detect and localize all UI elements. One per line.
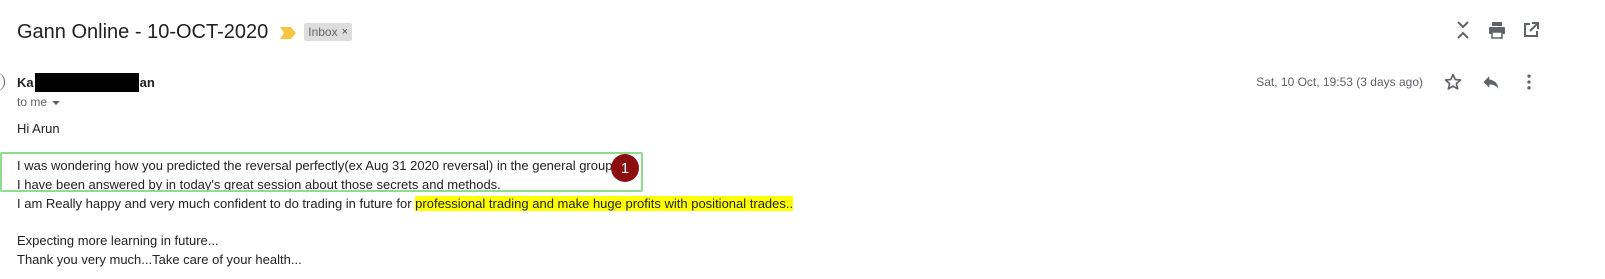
chevron-down-icon [52,100,61,105]
print-icon[interactable] [1487,20,1507,40]
thread-actions [1453,20,1541,40]
annotation-badge: 1 [611,154,639,182]
sender-name-suffix: an [139,75,155,90]
body-line-3-text: I am Really happy and very much confiden… [17,196,416,211]
inbox-label-text: Inbox [308,25,338,39]
greeting-text: Hi Arun [17,121,60,136]
annotation-box [0,152,643,192]
importance-marker-icon[interactable] [280,26,297,39]
body-line-5: Thank you very much...Take care of your … [17,252,302,267]
collapse-all-icon[interactable] [1453,20,1473,40]
sender-name-prefix: Ka [17,75,34,90]
body-line-4: Expecting more learning in future... [17,233,219,248]
open-in-new-window-icon[interactable] [1521,20,1541,40]
subject-row: Gann Online - 10-OCT-2020 Inbox × [17,18,353,46]
sender-name[interactable]: Ka an [17,73,155,92]
email-subject: Gann Online - 10-OCT-2020 [17,20,269,43]
sender-avatar-edge [0,72,5,92]
message-date: Sat, 10 Oct, 19:53 (3 days ago) [1256,75,1423,89]
recipient-details-toggle[interactable]: to me [17,95,61,109]
recipient-text: to me [17,95,48,109]
star-icon[interactable] [1443,72,1463,92]
body-line-3: I am Really happy and very much confiden… [17,196,794,211]
message-actions [1443,72,1539,92]
highlighted-text: professional trading and make huge profi… [415,196,794,211]
reply-icon[interactable] [1481,72,1501,92]
more-icon[interactable] [1519,72,1539,92]
redaction-box [34,73,139,92]
inbox-label-chip[interactable]: Inbox × [304,23,353,41]
remove-label-icon[interactable]: × [342,24,348,40]
